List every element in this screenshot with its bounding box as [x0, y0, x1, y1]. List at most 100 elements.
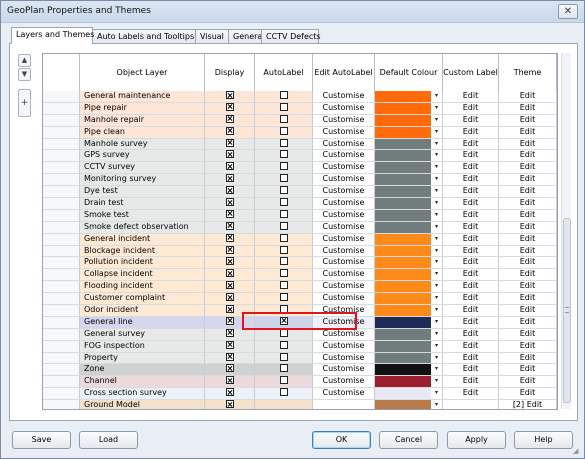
edit-autolabel-cell[interactable]: Customise — [313, 316, 375, 329]
autolabel-cell[interactable] — [255, 150, 313, 163]
edit-autolabel-cell[interactable]: Customise — [313, 221, 375, 234]
close-button[interactable]: ✕ — [558, 4, 578, 19]
autolabel-cell[interactable] — [255, 257, 313, 270]
custom-label-cell[interactable]: Edit — [443, 91, 499, 103]
default-colour-cell[interactable]: ▾ — [375, 233, 443, 246]
table-row[interactable]: Flooding incident Customise ▾ Edit Edit — [43, 281, 557, 294]
table-row[interactable]: General survey Customise ▾ Edit Edit — [43, 328, 557, 341]
column-header-autolabel[interactable]: AutoLabel — [255, 54, 313, 91]
layer-name-cell[interactable]: Blockage incident — [80, 245, 205, 258]
default-colour-cell[interactable]: ▾ — [375, 352, 443, 365]
layer-name-cell[interactable]: Manhole survey — [80, 138, 205, 151]
layer-name-cell[interactable]: General survey — [80, 328, 205, 341]
colour-swatch[interactable] — [375, 245, 431, 257]
dropdown-arrow-icon[interactable]: ▾ — [431, 91, 442, 102]
autolabel-cell[interactable] — [255, 328, 313, 341]
colour-swatch[interactable] — [375, 364, 431, 376]
table-row[interactable]: Monitoring survey Customise ▾ Edit Edit — [43, 174, 557, 187]
autolabel-cell[interactable] — [255, 269, 313, 282]
tab-auto-labels-and-tooltips[interactable]: Auto Labels and Tooltips — [92, 29, 196, 44]
display-checkbox[interactable] — [225, 340, 234, 349]
display-cell[interactable] — [205, 114, 255, 127]
edit-autolabel-cell[interactable]: Customise — [313, 126, 375, 139]
theme-cell[interactable]: Edit — [499, 340, 557, 353]
table-row[interactable]: Drain test Customise ▾ Edit Edit — [43, 198, 557, 210]
row-selector[interactable] — [43, 198, 80, 210]
dropdown-arrow-icon[interactable]: ▾ — [431, 221, 442, 233]
edit-autolabel-cell[interactable]: Customise — [313, 269, 375, 282]
column-header-theme[interactable]: Theme — [499, 54, 557, 91]
display-checkbox[interactable] — [225, 245, 234, 254]
layer-name-cell[interactable]: Monitoring survey — [80, 174, 205, 187]
colour-swatch[interactable] — [375, 221, 431, 233]
column-header-display[interactable]: Display — [205, 54, 255, 91]
edit-autolabel-cell[interactable]: Customise — [313, 186, 375, 199]
move-up-button[interactable]: ▲ — [18, 54, 31, 67]
colour-swatch[interactable] — [375, 126, 431, 138]
layer-name-cell[interactable]: General maintenance — [80, 91, 205, 103]
edit-autolabel-cell[interactable]: Customise — [313, 150, 375, 163]
edit-autolabel-cell[interactable] — [313, 400, 375, 409]
row-selector[interactable] — [43, 364, 80, 377]
layer-name-cell[interactable]: Pipe repair — [80, 102, 205, 115]
autolabel-cell[interactable] — [255, 352, 313, 365]
table-row[interactable]: Zone Customise ▾ Edit Edit — [43, 364, 557, 377]
display-checkbox[interactable] — [225, 316, 234, 325]
default-colour-cell[interactable]: ▾ — [375, 174, 443, 187]
colour-swatch[interactable] — [375, 400, 431, 409]
colour-swatch[interactable] — [375, 340, 431, 352]
help-button[interactable]: Help — [514, 431, 573, 449]
default-colour-cell[interactable]: ▾ — [375, 257, 443, 270]
row-selector[interactable] — [43, 340, 80, 353]
table-row[interactable]: FOG inspection Customise ▾ Edit Edit — [43, 340, 557, 353]
display-checkbox[interactable] — [225, 257, 234, 266]
display-checkbox[interactable] — [225, 126, 234, 135]
display-cell[interactable] — [205, 305, 255, 317]
autolabel-cell[interactable] — [255, 316, 313, 329]
row-selector[interactable] — [43, 328, 80, 341]
table-row[interactable]: Cross section survey Customise ▾ Edit Edit — [43, 388, 557, 401]
row-selector[interactable] — [43, 221, 80, 234]
theme-cell[interactable]: Edit — [499, 269, 557, 282]
custom-label-cell[interactable]: Edit — [443, 245, 499, 258]
display-cell[interactable] — [205, 269, 255, 282]
column-header-custom-label[interactable]: Custom Label — [443, 54, 499, 91]
dropdown-arrow-icon[interactable]: ▾ — [431, 364, 442, 376]
autolabel-checkbox[interactable] — [279, 305, 288, 314]
display-cell[interactable] — [205, 376, 255, 389]
colour-swatch[interactable] — [375, 174, 431, 186]
colour-swatch[interactable] — [375, 352, 431, 364]
display-checkbox[interactable] — [225, 269, 234, 278]
dropdown-arrow-icon[interactable]: ▾ — [431, 138, 442, 150]
table-row[interactable]: Pipe repair Customise ▾ Edit Edit — [43, 102, 557, 115]
autolabel-checkbox[interactable] — [279, 150, 288, 159]
display-checkbox[interactable] — [225, 281, 234, 290]
save-button[interactable]: Save — [12, 431, 71, 449]
default-colour-cell[interactable]: ▾ — [375, 138, 443, 151]
theme-cell[interactable]: Edit — [499, 174, 557, 187]
autolabel-checkbox[interactable] — [279, 269, 288, 278]
row-selector[interactable] — [43, 91, 80, 103]
edit-autolabel-cell[interactable]: Customise — [313, 233, 375, 246]
dropdown-arrow-icon[interactable]: ▾ — [431, 269, 442, 281]
theme-cell[interactable]: Edit — [499, 126, 557, 139]
edit-autolabel-cell[interactable]: Customise — [313, 257, 375, 270]
autolabel-cell[interactable] — [255, 126, 313, 139]
autolabel-cell[interactable] — [255, 138, 313, 151]
theme-cell[interactable]: Edit — [499, 186, 557, 199]
dropdown-arrow-icon[interactable]: ▾ — [431, 186, 442, 198]
table-row[interactable]: Manhole survey Customise ▾ Edit Edit — [43, 138, 557, 151]
display-checkbox[interactable] — [225, 150, 234, 159]
dropdown-arrow-icon[interactable]: ▾ — [431, 293, 442, 305]
display-cell[interactable] — [205, 352, 255, 365]
row-selector[interactable] — [43, 102, 80, 115]
autolabel-checkbox[interactable] — [279, 102, 288, 111]
edit-autolabel-cell[interactable]: Customise — [313, 162, 375, 175]
table-row[interactable]: General incident Customise ▾ Edit Edit — [43, 233, 557, 246]
layer-name-cell[interactable]: Dye test — [80, 186, 205, 199]
colour-swatch[interactable] — [375, 316, 431, 328]
display-checkbox[interactable] — [225, 400, 234, 409]
theme-cell[interactable]: Edit — [499, 150, 557, 163]
ok-button[interactable]: OK — [312, 431, 371, 449]
autolabel-checkbox[interactable] — [279, 162, 288, 171]
